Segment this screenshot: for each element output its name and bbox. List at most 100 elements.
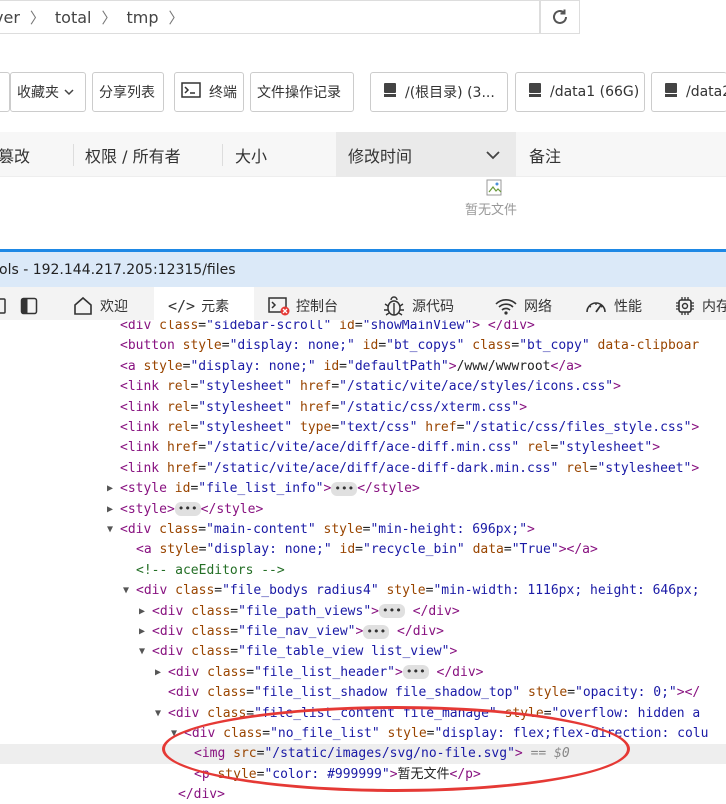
dom-node-code: <p style="color: #999999">暂无文件</p> — [194, 766, 481, 782]
collapse-arrow-icon[interactable]: ▶ — [139, 602, 145, 622]
dom-node-code: <div class="file_table_view list_view"> — [152, 644, 458, 660]
breadcrumb-item[interactable]: tmp — [127, 8, 159, 27]
chevron-down-icon — [64, 89, 74, 96]
devtools-title-bar: ols - 192.144.217.205:12315/files — [0, 249, 726, 287]
chevron-down-icon — [486, 150, 500, 159]
column-divider — [73, 144, 74, 166]
column-tamper[interactable]: 篡改 — [0, 132, 30, 177]
column-divider — [222, 144, 223, 166]
collapse-arrow-icon[interactable]: ▶ — [107, 479, 113, 499]
dom-node-code: </div> — [178, 787, 225, 803]
dom-node-code: <div class="file_nav_view"> ••• </div> — [152, 624, 445, 639]
tab-label: 欢迎 — [100, 299, 128, 315]
terminal-label: 终端 — [209, 85, 237, 101]
collapse-arrow-icon[interactable]: ▶ — [155, 663, 161, 683]
share-list-label: 分享列表 — [99, 85, 155, 101]
file-list-content: 暂无文件 — [0, 177, 726, 249]
console-icon — [268, 296, 290, 316]
expand-arrow-icon[interactable]: ▼ — [171, 724, 177, 744]
home-icon — [72, 296, 94, 316]
toolbar-button-partial[interactable] — [0, 72, 10, 112]
column-label: 大小 — [235, 146, 268, 166]
bug-icon — [382, 295, 406, 317]
column-mtime[interactable]: 修改时间 — [348, 132, 508, 177]
collapse-arrow-icon[interactable]: ▶ — [139, 622, 145, 642]
disk-icon — [383, 82, 397, 102]
dom-node-code: <link href="/static/vite/ace/diff/ace-di… — [120, 440, 661, 456]
disk-data2-button[interactable]: /data2 — [651, 72, 726, 112]
disk-data1-button[interactable]: /data1 (66G) — [515, 72, 645, 112]
collapse-arrow-icon[interactable]: ▶ — [107, 500, 113, 520]
dom-node-code: <img src="/static/images/svg/no-file.svg… — [194, 746, 570, 762]
terminal-button[interactable]: 终端 — [174, 72, 244, 112]
disk-root-button[interactable]: /(根目录) (3... — [370, 72, 508, 112]
dom-node-code: <style> ••• </style> — [120, 501, 264, 517]
broken-image-icon — [486, 179, 504, 197]
file-list-header: 篡改 权限 / 所有者 大小 修改时间 备注 — [0, 132, 726, 177]
share-list-button[interactable]: 分享列表 — [92, 72, 164, 112]
disk-data1-label: /data1 (66G) — [550, 84, 640, 100]
devtools-title: ols - 192.144.217.205:12315/files — [0, 261, 236, 278]
terminal-icon — [181, 82, 201, 102]
tab-label: 控制台 — [296, 299, 338, 315]
tab-label: 元素 — [201, 299, 230, 315]
favorites-button[interactable]: 收藏夹 — [10, 72, 86, 112]
dom-node-code: <button style="display: none;" id="bt_co… — [120, 338, 700, 354]
disk-root-label: /(根目录) (3... — [405, 85, 495, 101]
wifi-icon — [494, 296, 518, 316]
expand-arrow-icon[interactable]: ▼ — [139, 642, 145, 662]
empty-text: 暂无文件 — [465, 203, 518, 218]
column-label: 权限 / 所有者 — [85, 146, 181, 166]
expand-arrow-icon[interactable]: ▼ — [107, 520, 113, 540]
refresh-button[interactable] — [540, 0, 580, 34]
dom-node-code: <div class="file_list_header"> ••• </div> — [168, 664, 484, 680]
panel-icon — [20, 297, 38, 315]
column-label: 备注 — [529, 146, 562, 166]
dom-node-code: <style id="file_list_info"> ••• </style> — [120, 481, 420, 497]
dom-node-code: <div class="file_bodys radius4" style="m… — [136, 583, 700, 599]
disk-icon — [528, 82, 542, 102]
dom-node-code: <div class="sidebar-scroll" id="showMain… — [120, 320, 535, 333]
dom-node-code: <div class="no_file_list" style="display… — [184, 726, 709, 741]
dom-node-line[interactable]: <img src="/static/images/svg/no-file.svg… — [0, 744, 726, 765]
tab-label: 源代码 — [412, 299, 454, 315]
breadcrumb-item[interactable]: ver — [0, 8, 20, 27]
disk-data2-label: /data2 — [686, 84, 726, 100]
dom-node-code: <div class="main-content" style="min-hei… — [120, 522, 535, 537]
favorites-label: 收藏夹 — [17, 85, 59, 101]
chevron-right-icon: 〉 — [168, 8, 184, 27]
tab-label: 内存 — [702, 299, 726, 315]
dom-node-code: <div class="file_list_content file_manag… — [168, 705, 701, 721]
expand-arrow-icon[interactable]: ▼ — [123, 581, 129, 601]
column-note[interactable]: 备注 — [529, 132, 561, 177]
refresh-icon — [553, 9, 567, 24]
device-icon — [0, 298, 6, 314]
dom-node-code: <div class="file_path_views"> ••• </div> — [152, 603, 460, 619]
dom-node-code: <link rel="stylesheet" href="/static/css… — [120, 399, 528, 415]
column-permission[interactable]: 权限 / 所有者 — [85, 132, 181, 177]
dom-node-code: <link rel="stylesheet" type="text/css" h… — [120, 420, 700, 435]
file-log-label: 文件操作记录 — [257, 85, 341, 101]
gauge-icon — [584, 296, 608, 316]
dom-node-code: <link href="/static/vite/ace/diff/ace-di… — [120, 460, 700, 476]
dom-node-code: <a style="display: none;" id="recycle_bi… — [136, 542, 598, 558]
dom-node-code: <!-- aceEditors --> — [136, 562, 285, 578]
tab-label: 网络 — [524, 299, 552, 315]
column-size[interactable]: 大小 — [235, 132, 267, 177]
expand-arrow-icon[interactable]: ▼ — [155, 704, 161, 724]
dom-node-code: <div class="file_list_shadow file_shadow… — [168, 685, 701, 701]
file-toolbar: 收藏夹 分享列表 终端 文件操作记录 /(根目录) (3... /data1 (… — [0, 72, 726, 112]
column-label: 修改时间 — [348, 146, 413, 166]
chevron-right-icon: 〉 — [29, 8, 45, 27]
dom-node-code: <link rel="stylesheet" href="/static/vit… — [120, 379, 621, 395]
disk-icon — [664, 82, 678, 102]
column-label: 篡改 — [0, 146, 31, 166]
breadcrumb[interactable]: ver 〉 total 〉 tmp 〉 — [0, 0, 540, 34]
breadcrumb-item[interactable]: total — [55, 8, 92, 27]
tab-label: 性能 — [614, 299, 642, 315]
dom-node-code: <a style="display: none;" id="defaultPat… — [120, 358, 582, 374]
path-bar: ver 〉 total 〉 tmp 〉 — [0, 0, 726, 36]
file-log-button[interactable]: 文件操作记录 — [250, 72, 354, 112]
elements-tree[interactable]: <div class="sidebar-scroll" id="showMain… — [0, 320, 726, 804]
code-icon: </> — [168, 297, 196, 315]
